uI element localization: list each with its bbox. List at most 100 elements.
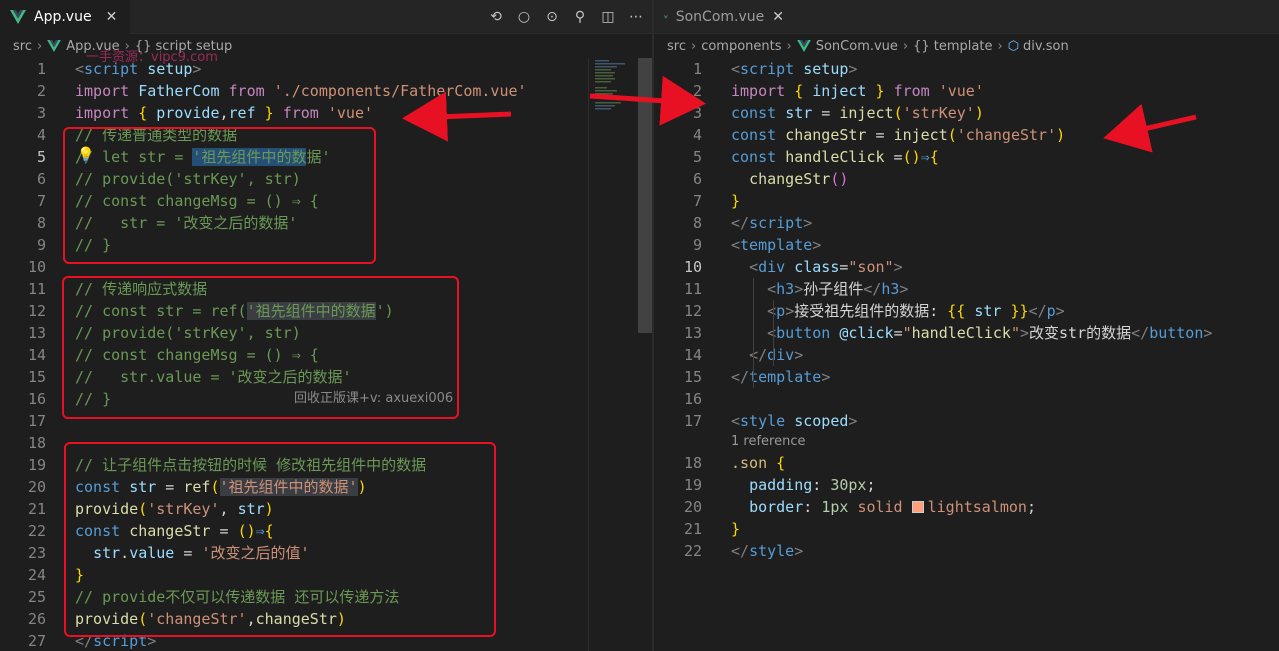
code-text[interactable]: const changeStr = inject('changeStr') [731, 124, 1065, 146]
chevron-right-icon: › [690, 38, 697, 54]
line-number: 8 [36, 214, 46, 232]
line-number: 4 [692, 126, 702, 144]
line-number: 9 [36, 236, 46, 254]
tab-title: App.vue [34, 9, 92, 25]
line-number: 17 [683, 412, 702, 430]
code-text[interactable]: import { provide,ref } from 'vue' [75, 102, 373, 124]
line-number: 26 [27, 610, 46, 628]
code-text[interactable]: <button @click="handleClick">改变str的数据</b… [731, 322, 1212, 344]
code-text[interactable]: <p>接受祖先组件的数据: {{ str }}</p> [731, 300, 1065, 322]
line-number: 13 [27, 324, 46, 342]
editor-actions: ⟲ ○ ⊙ ⚲ ◫ ⋯ [488, 0, 644, 34]
code-text[interactable]: </template> [731, 366, 830, 388]
code-text[interactable]: import { inject } from 'vue' [731, 80, 984, 102]
code-text[interactable]: const handleClick =()⇒{ [731, 146, 939, 168]
line-number: 9 [692, 236, 702, 254]
right-tab-bar: SonCom.vue ✕ [654, 0, 1279, 34]
code-text[interactable]: border: 1px solid lightsalmon; [731, 496, 1036, 518]
line-number: 8 [692, 214, 702, 232]
line-number: 6 [36, 170, 46, 188]
circle-icon[interactable]: ○ [516, 9, 532, 25]
minimap-preview [595, 60, 625, 110]
line-number: 25 [27, 588, 46, 606]
code-text[interactable]: padding: 30px; [731, 474, 875, 496]
code-text[interactable]: <div class="son"> [731, 256, 903, 278]
line-number: 12 [683, 302, 702, 320]
code-text[interactable]: </style> [731, 540, 803, 562]
line-number: 10 [683, 258, 702, 276]
vue-file-icon [10, 10, 26, 24]
chevron-right-icon: › [36, 38, 43, 54]
watermark-top: 一手资源：vipc9.com [86, 50, 218, 65]
close-icon[interactable]: ✕ [772, 9, 784, 25]
line-number: 16 [683, 390, 702, 408]
line-number: 1 [692, 60, 702, 78]
code-text[interactable]: const str = inject('strKey') [731, 102, 984, 124]
indent-guide [753, 278, 754, 388]
line-number: 22 [27, 522, 46, 540]
breadcrumb-src[interactable]: src [13, 39, 32, 54]
code-text[interactable]: import FatherCom from './components/Fath… [75, 80, 527, 102]
line-number: 5 [36, 148, 46, 166]
code-text[interactable]: <script setup> [731, 58, 857, 80]
line-number: 3 [692, 104, 702, 122]
code-text[interactable]: <h3>孙子组件</h3> [731, 278, 908, 300]
minimap[interactable] [588, 58, 638, 651]
scrollbar-thumb[interactable] [638, 58, 652, 333]
split-editor-icon[interactable]: ◫ [600, 9, 616, 25]
more-actions-icon[interactable]: ⋯ [628, 9, 644, 25]
chevron-right-icon: › [786, 38, 792, 54]
go-back-icon[interactable]: ⟲ [488, 9, 504, 25]
line-number: 5 [692, 148, 702, 166]
code-text[interactable]: .son { [731, 452, 785, 474]
line-number: 17 [27, 412, 46, 430]
code-editor[interactable]: 1 <script setup> 2 import { inject } from '… [654, 58, 1279, 651]
chevron-right-icon: › [997, 38, 1003, 54]
vue-file-icon [664, 15, 668, 19]
vue-file-icon [47, 40, 62, 52]
code-text[interactable]: <template> [731, 234, 821, 256]
go-forward-icon[interactable]: ⊙ [544, 9, 560, 25]
line-number: 23 [27, 544, 46, 562]
line-number: 14 [27, 346, 46, 364]
codelens-reference[interactable]: 1 reference [731, 432, 805, 452]
line-number: 22 [683, 542, 702, 560]
annotation-box-reactive-data [62, 276, 459, 419]
line-number: 15 [683, 368, 702, 386]
code-text[interactable]: </div> [731, 344, 803, 366]
code-text[interactable]: </script> [731, 212, 812, 234]
code-text[interactable]: } [731, 190, 740, 212]
breadcrumb: src › components › SonCom.vue › {} templ… [654, 34, 1279, 58]
breadcrumb-file[interactable]: SonCom.vue [816, 39, 898, 54]
close-icon[interactable]: ✕ [106, 9, 118, 25]
line-number: 6 [692, 170, 702, 188]
line-number: 11 [27, 280, 46, 298]
line-number: 19 [27, 456, 46, 474]
line-number: 2 [36, 82, 46, 100]
code-text[interactable]: } [731, 518, 740, 540]
line-number: 11 [683, 280, 702, 298]
code-text[interactable]: changeStr() [731, 168, 848, 190]
line-number: 14 [683, 346, 702, 364]
line-number: 12 [27, 302, 46, 320]
compare-icon[interactable]: ⚲ [572, 9, 588, 25]
right-editor-pane: SonCom.vue ✕ src › components › SonCom.v… [654, 0, 1279, 651]
breadcrumb-template[interactable]: {} template [913, 39, 992, 54]
line-number: 13 [683, 324, 702, 342]
line-number: 18 [27, 434, 46, 452]
line-number: 1 [36, 60, 46, 78]
line-number: 3 [36, 104, 46, 122]
indent-guide [773, 300, 774, 366]
tab-soncom-vue[interactable]: SonCom.vue ✕ [654, 0, 794, 34]
line-number: 16 [27, 390, 46, 408]
line-number: 20 [27, 478, 46, 496]
annotation-box-provide-method [64, 442, 496, 637]
line-number: 2 [692, 82, 702, 100]
tab-app-vue[interactable]: App.vue ✕ [0, 0, 130, 34]
cube-icon: ⬡ [1007, 38, 1020, 54]
tab-title: SonCom.vue [675, 9, 765, 25]
breadcrumb-src[interactable]: src [667, 39, 686, 54]
breadcrumb-components[interactable]: components [701, 39, 781, 54]
code-text[interactable]: <style scoped> [731, 410, 857, 432]
breadcrumb-element[interactable]: div.son [1023, 39, 1069, 54]
